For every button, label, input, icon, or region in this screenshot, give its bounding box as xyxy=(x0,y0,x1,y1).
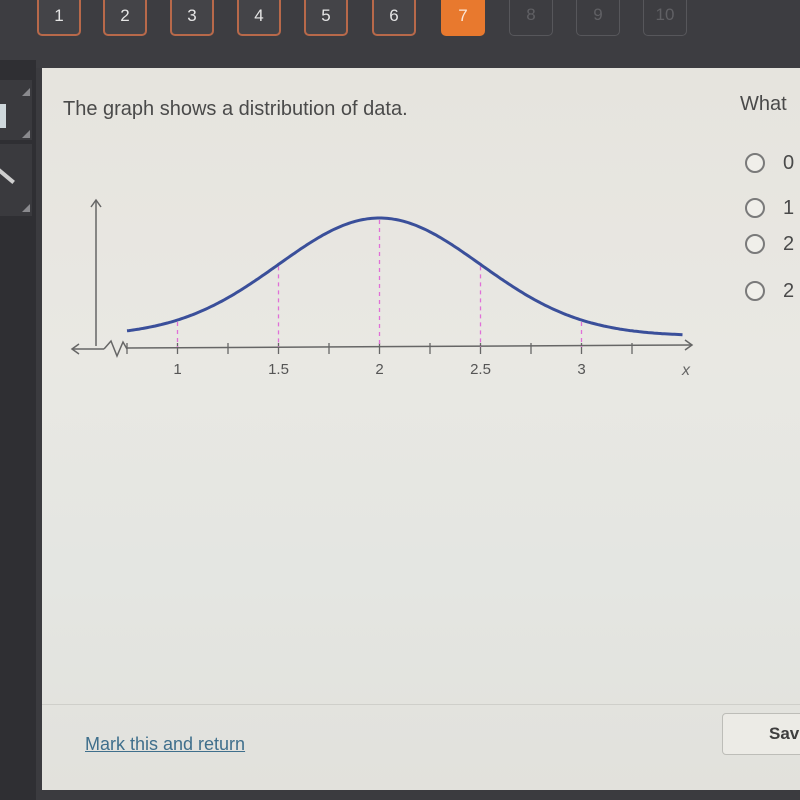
x-axis-label: x xyxy=(681,362,691,379)
distribution-chart: 1 1.5 2 2.5 3 x xyxy=(70,198,694,379)
x-tick-label: 1 xyxy=(173,361,181,378)
save-button[interactable]: Sav xyxy=(722,713,800,755)
x-tick-label: 1.5 xyxy=(268,361,289,378)
normal-curve xyxy=(126,216,683,337)
axis-break xyxy=(103,339,128,358)
x-axis xyxy=(126,344,693,349)
x-tick-label: 2.5 xyxy=(470,361,491,378)
mark-and-return-link[interactable]: Mark this and return xyxy=(85,734,245,755)
x-tick-label: 3 xyxy=(577,361,585,378)
x-tick-label: 2 xyxy=(375,361,383,378)
